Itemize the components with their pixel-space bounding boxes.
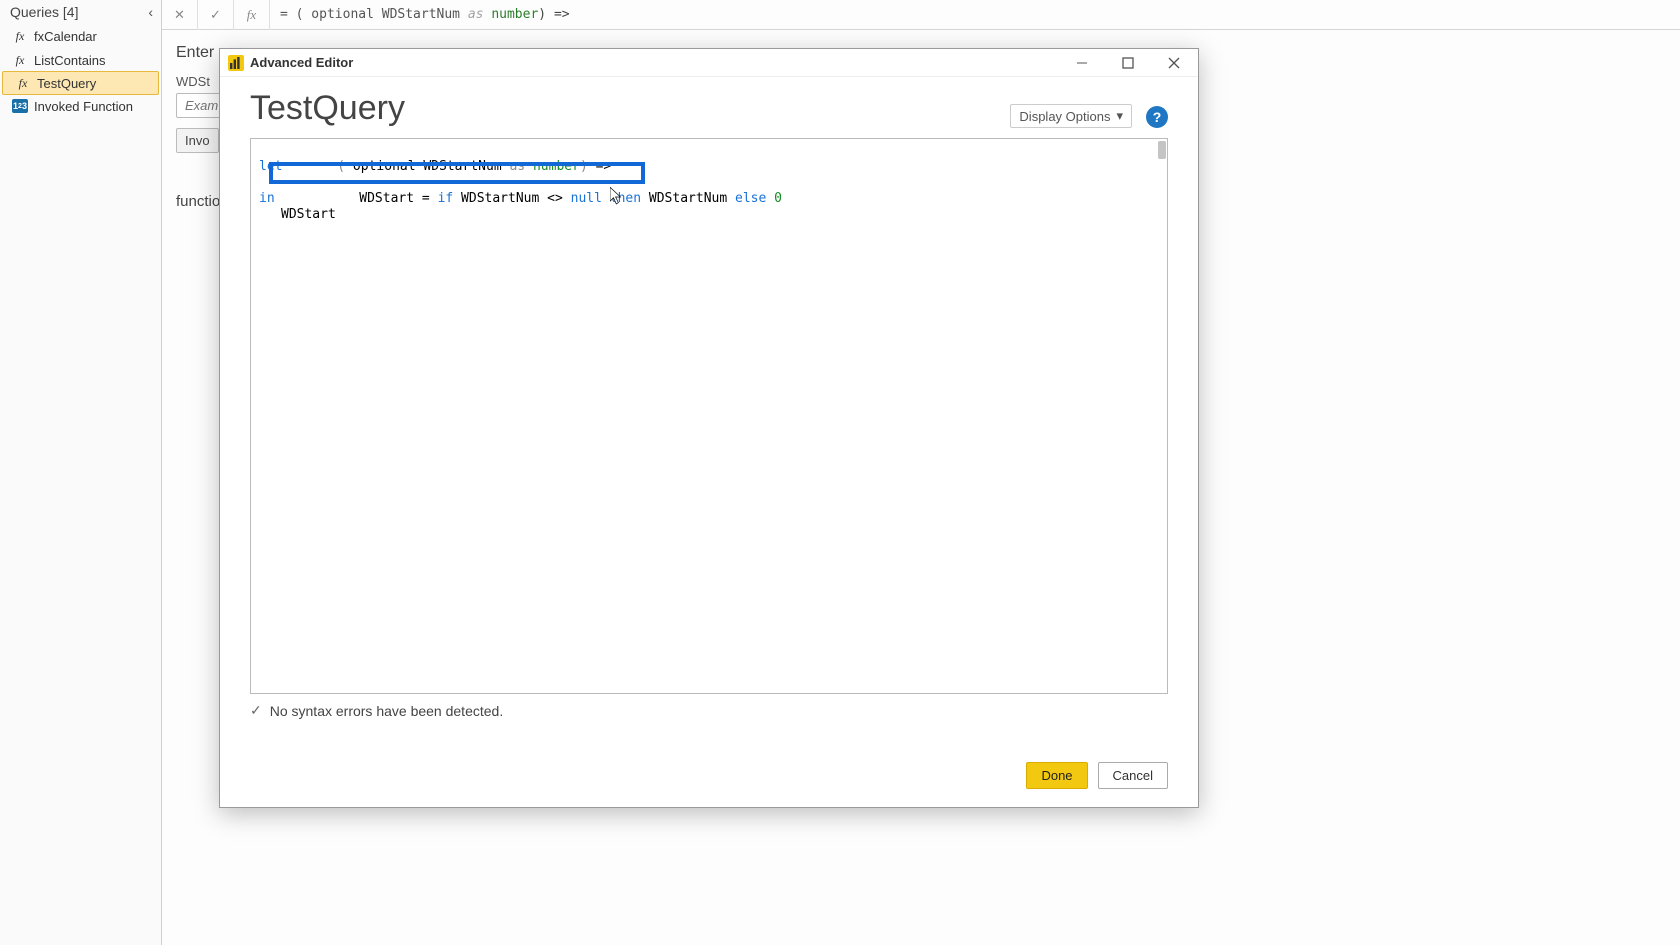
fx-icon[interactable]: fx [234, 0, 270, 30]
display-options-label: Display Options [1019, 109, 1110, 124]
close-icon [1168, 57, 1180, 69]
queries-pane-header[interactable]: Queries [4] ‹ [0, 0, 161, 24]
query-label: TestQuery [37, 76, 96, 91]
query-item-listcontains[interactable]: fx ListContains [0, 48, 161, 72]
syntax-status-row: ✓ No syntax errors have been detected. [250, 702, 1168, 719]
query-item-fxcalendar[interactable]: fx fxCalendar [0, 24, 161, 48]
accept-formula-icon[interactable]: ✓ [198, 0, 234, 30]
dialog-titlebar[interactable]: Advanced Editor [220, 49, 1198, 77]
fx-icon: fx [15, 75, 31, 91]
fx-icon: fx [12, 28, 28, 44]
collapse-pane-icon[interactable]: ‹ [148, 4, 153, 20]
done-button[interactable]: Done [1026, 762, 1087, 789]
code-editor[interactable]: ( optional WDStartNum as number) => let … [250, 138, 1168, 694]
cancel-button[interactable]: Cancel [1098, 762, 1168, 789]
formula-bar: ✕ ✓ fx = ( optional WDStartNum as number… [162, 0, 1680, 30]
query-name-title[interactable]: TestQuery [250, 89, 405, 128]
query-item-testquery[interactable]: fx TestQuery [2, 71, 159, 95]
invoke-button[interactable]: Invo [176, 128, 219, 153]
fx-icon: fx [12, 52, 28, 68]
chevron-down-icon: ▾ [1116, 108, 1123, 124]
close-button[interactable] [1154, 51, 1194, 75]
powerbi-logo-icon [228, 55, 244, 71]
display-options-dropdown[interactable]: Display Options ▾ [1010, 104, 1132, 128]
checkmark-icon: ✓ [250, 702, 262, 719]
formula-bar-input[interactable]: = ( optional WDStartNum as number) => [270, 7, 1680, 22]
maximize-button[interactable] [1108, 51, 1148, 75]
cancel-formula-icon[interactable]: ✕ [162, 0, 198, 30]
query-label: Invoked Function [34, 99, 133, 114]
scrollbar-thumb[interactable] [1158, 141, 1166, 159]
query-item-invoked-function[interactable]: 123 Invoked Function [0, 94, 161, 118]
maximize-icon [1122, 57, 1134, 69]
power-query-editor-window: Queries [4] ‹ fx fxCalendar fx ListConta… [0, 0, 1680, 945]
query-label: ListContains [34, 53, 106, 68]
query-label: fxCalendar [34, 29, 97, 44]
dialog-title: Advanced Editor [250, 55, 353, 70]
minimize-button[interactable] [1062, 51, 1102, 75]
help-button[interactable]: ? [1146, 106, 1168, 128]
queries-pane-title: Queries [4] [10, 4, 78, 20]
syntax-status-text: No syntax errors have been detected. [270, 703, 503, 719]
number-icon: 123 [12, 99, 28, 113]
advanced-editor-dialog: Advanced Editor TestQuery Display Option… [219, 48, 1199, 808]
minimize-icon [1076, 57, 1088, 69]
queries-pane: Queries [4] ‹ fx fxCalendar fx ListConta… [0, 0, 162, 945]
help-icon: ? [1153, 109, 1162, 125]
